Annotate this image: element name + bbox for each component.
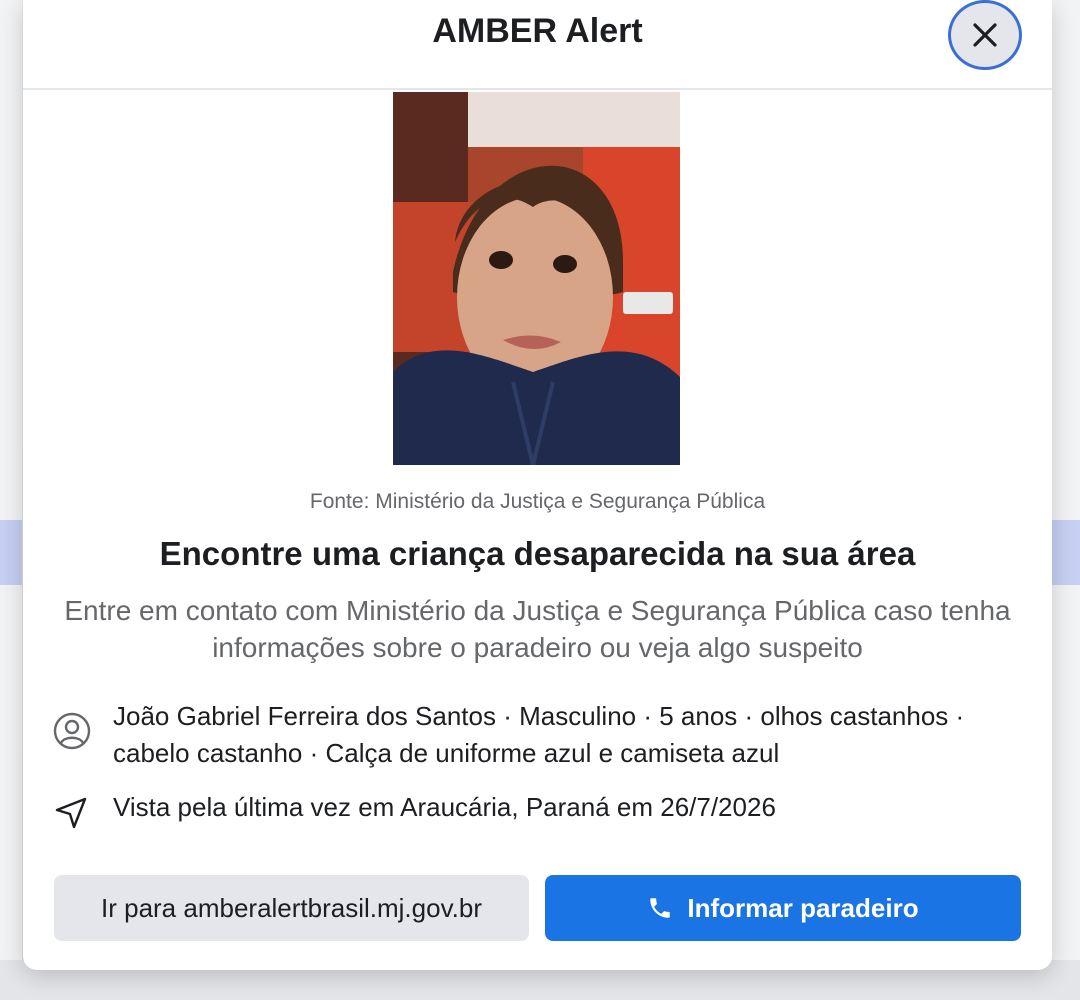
amber-alert-dialog: AMBER Alert Fonte: Ministério da Justiça…: [23, 0, 1052, 970]
source-caption: Fonte: Ministério da Justiça e Segurança…: [309, 490, 766, 513]
background-right-strip: [1050, 0, 1080, 1000]
location-arrow-icon: [55, 797, 87, 829]
report-whereabouts-button[interactable]: Informar paradeiro: [545, 875, 1021, 941]
alert-description: Entre em contato com Ministério da Justi…: [64, 595, 1011, 663]
phone-icon: [647, 895, 673, 921]
background-blue-block: [0, 520, 22, 585]
close-button[interactable]: [948, 0, 1022, 70]
website-link-label: Ir para amberalertbrasil.mj.gov.br: [101, 892, 482, 923]
dialog-header: AMBER Alert: [23, 0, 1052, 90]
background-blue-block: [1050, 520, 1080, 585]
close-icon: [973, 23, 997, 47]
missing-child-photo: [393, 92, 680, 465]
child-details: João Gabriel Ferreira dos Santos · Mascu…: [113, 701, 965, 768]
background-left-strip: [0, 0, 22, 1000]
alert-headline: Encontre uma criança desaparecida na sua…: [159, 535, 916, 572]
website-link-button[interactable]: Ir para amberalertbrasil.mj.gov.br: [54, 875, 529, 941]
last-seen-info: Vista pela última vez em Araucária, Para…: [113, 792, 776, 822]
person-icon: [53, 712, 91, 750]
report-whereabouts-label: Informar paradeiro: [687, 892, 919, 923]
dialog-title: AMBER Alert: [432, 12, 643, 50]
